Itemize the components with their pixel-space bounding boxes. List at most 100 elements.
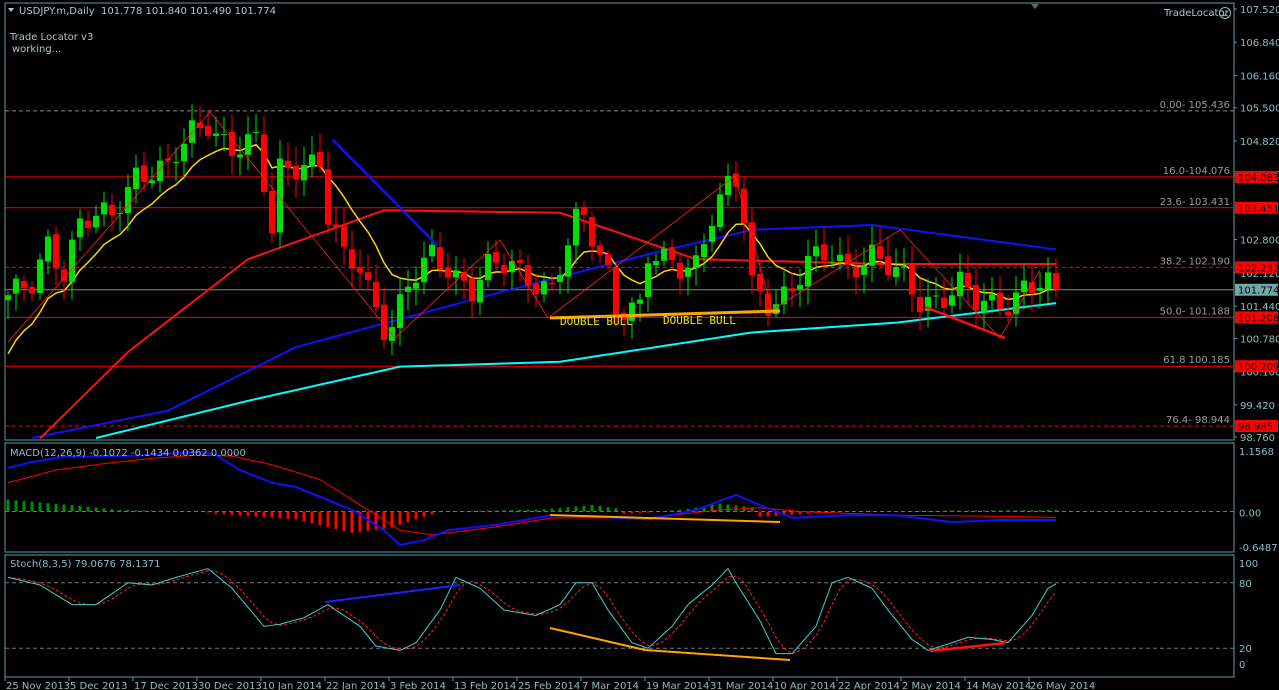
bull-candle	[485, 253, 491, 281]
macd-histogram-bar	[646, 511, 650, 513]
double-bull-label-2: DOUBLE BULL	[663, 314, 736, 327]
bull-candle	[645, 263, 651, 298]
macd-histogram-bar	[726, 504, 730, 512]
bull-candle	[429, 244, 435, 257]
macd-histogram-bar	[630, 511, 634, 514]
bull-candle	[709, 225, 715, 242]
bull-candle	[93, 215, 99, 228]
fib-price-tag-text: 100.209	[1238, 362, 1279, 373]
bull-candle	[837, 254, 843, 262]
trading-chart[interactable]: 0.00- 105.436 16.0-104.076 23.6- 103.431 38…	[0, 0, 1279, 690]
bear-candle	[21, 281, 27, 289]
macd-histogram-bar	[158, 510, 162, 512]
bear-candle	[261, 134, 267, 193]
macd-histogram-bar	[302, 511, 306, 522]
macd-histogram-bar	[318, 511, 322, 526]
bear-candle	[1053, 273, 1059, 290]
macd-histogram-bar	[246, 511, 250, 516]
fib-level-label: 0.00- 105.436	[1160, 100, 1230, 111]
bear-candle	[589, 217, 595, 247]
stoch-axis-label: 0	[1239, 660, 1245, 671]
bull-candle	[829, 262, 835, 264]
macd-histogram-bar	[262, 511, 266, 518]
indicator-status: working...	[12, 44, 61, 55]
stoch-axis-label: 20	[1239, 644, 1252, 655]
bear-candle	[373, 282, 379, 307]
macd-histogram-bar	[950, 510, 954, 512]
bull-candle	[173, 162, 179, 164]
bull-candle	[309, 154, 315, 167]
fib-level-label: 16.0-104.076	[1163, 166, 1230, 177]
bull-candle	[573, 208, 579, 246]
bull-candle	[301, 165, 307, 181]
bull-candle	[45, 236, 51, 262]
date-axis-label: 22 Apr 2014	[838, 681, 900, 690]
bear-candle	[789, 288, 795, 292]
bear-candle	[29, 286, 35, 294]
macd-histogram-bar	[606, 507, 610, 512]
bear-candle	[877, 246, 883, 259]
bear-candle	[941, 297, 947, 308]
macd-histogram-bar	[30, 501, 34, 512]
macd-histogram-bar	[502, 510, 506, 512]
macd-histogram-bar	[990, 510, 994, 512]
bull-candle	[477, 279, 483, 303]
macd-histogram-bar	[1030, 510, 1034, 512]
macd-histogram-bar	[94, 507, 98, 512]
bear-candle	[469, 278, 475, 301]
bear-candle	[973, 285, 979, 311]
bear-candle	[613, 267, 619, 315]
bear-candle	[437, 247, 443, 270]
bull-candle	[565, 245, 571, 277]
bear-candle	[669, 247, 675, 261]
macd-histogram-bar	[62, 504, 66, 512]
macd-histogram-bar	[398, 511, 402, 525]
bull-candle	[717, 194, 723, 227]
date-axis-label: 25 Feb 2014	[518, 681, 580, 690]
fib-level-label: 50.0- 101.188	[1160, 306, 1230, 317]
bear-candle	[61, 269, 67, 282]
macd-histogram-bar	[918, 510, 922, 512]
bear-candle	[109, 204, 115, 215]
macd-histogram-bar	[1006, 510, 1010, 512]
bull-candle	[901, 266, 907, 268]
indicator-name: Trade Locator v3	[9, 32, 93, 43]
bear-candle	[325, 169, 331, 225]
macd-histogram-bar	[534, 509, 538, 512]
macd-histogram-bar	[494, 510, 498, 512]
macd-histogram-bar	[406, 511, 410, 523]
macd-histogram-bar	[1054, 509, 1058, 512]
bear-candle	[533, 283, 539, 295]
bull-candle	[189, 120, 195, 143]
date-axis-label: 14 May 2014	[966, 681, 1031, 690]
price-axis-label: 100.780	[1240, 334, 1279, 345]
bull-candle	[661, 248, 667, 261]
bull-candle	[77, 218, 83, 238]
macd-histogram-bar	[254, 511, 258, 517]
macd-histogram-bar	[598, 506, 602, 512]
price-axis-label: 104.820	[1240, 137, 1279, 148]
bull-candle	[1037, 287, 1043, 291]
macd-histogram-bar	[326, 511, 330, 528]
macd-histogram-bar	[638, 511, 642, 513]
macd-histogram-bar	[526, 509, 530, 512]
date-axis-label: 10 Jan 2014	[262, 681, 322, 690]
macd-histogram-bar	[230, 511, 234, 515]
macd-histogram-bar	[278, 511, 282, 519]
bull-candle	[653, 261, 659, 266]
bull-candle	[813, 246, 819, 257]
date-axis-label: 30 Dec 2013	[198, 681, 262, 690]
bull-candle	[453, 270, 459, 278]
bull-candle	[805, 255, 811, 287]
macd-histogram-bar	[470, 510, 474, 512]
macd-histogram-bar	[334, 511, 338, 529]
bear-candle	[997, 292, 1003, 310]
bull-candle	[893, 267, 899, 278]
macd-histogram-bar	[926, 510, 930, 512]
macd-histogram-bar	[934, 510, 938, 512]
price-axis-label: 99.420	[1240, 401, 1275, 412]
fib-price-tag-text: 101.208	[1238, 313, 1279, 324]
macd-histogram-bar	[86, 506, 90, 512]
macd-histogram-bar	[758, 511, 762, 517]
date-axis-label: 26 May 2014	[1030, 681, 1095, 690]
